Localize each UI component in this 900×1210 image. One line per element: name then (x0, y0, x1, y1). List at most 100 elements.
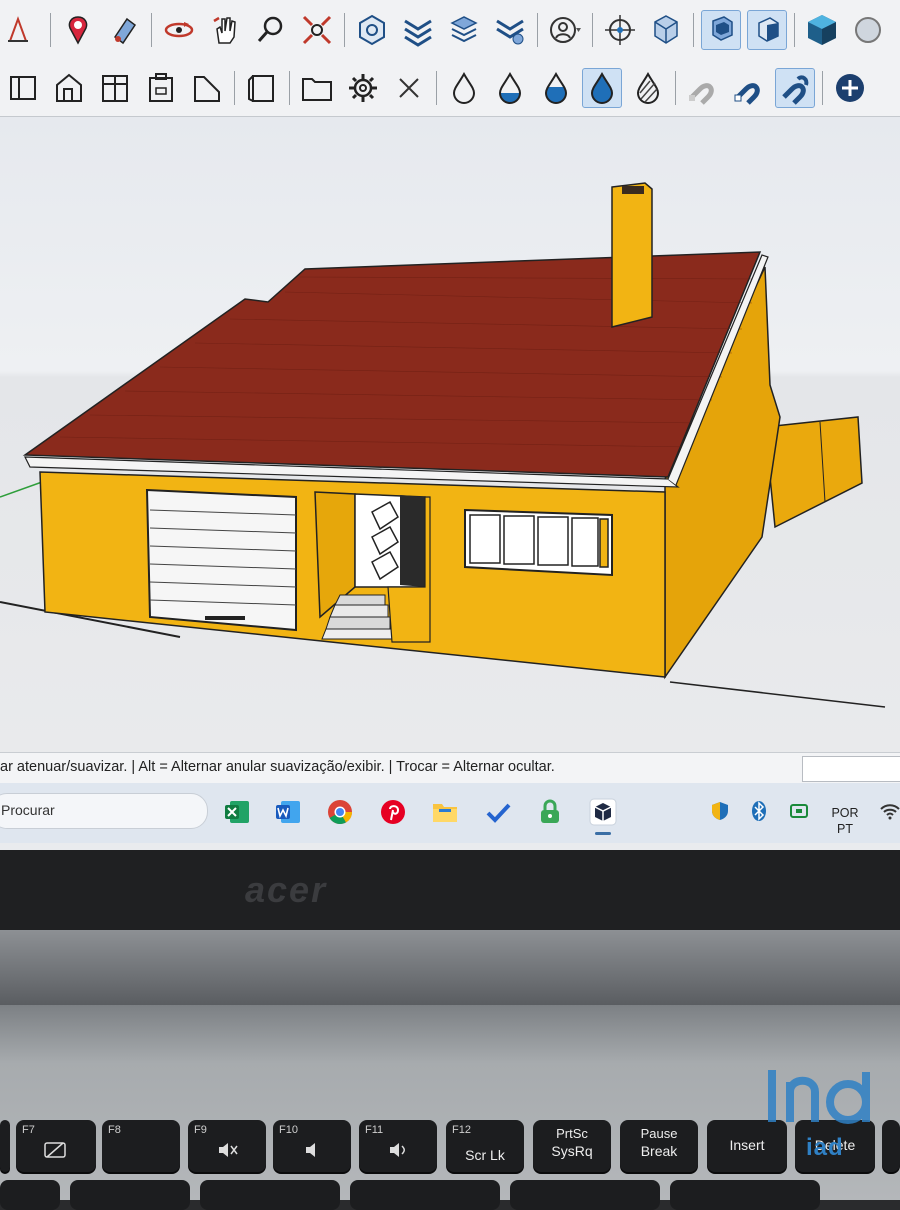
model-viewport[interactable] (0, 117, 900, 752)
toolbar-separator (151, 13, 152, 47)
agency-watermark: iad (760, 1062, 880, 1172)
section-icon[interactable] (3, 10, 43, 50)
chrome-icon[interactable] (325, 797, 355, 827)
key-f7[interactable]: F7 (16, 1120, 96, 1172)
language-indicator[interactable]: POR PT (828, 805, 862, 837)
close-icon[interactable] (389, 68, 429, 108)
keyboard-key (0, 1120, 10, 1172)
view-right-icon[interactable] (95, 68, 135, 108)
cube-icon[interactable] (802, 10, 842, 50)
screen-bezel (0, 850, 900, 940)
solid-tools-icon[interactable] (352, 10, 392, 50)
door-opening (400, 495, 425, 587)
drop-outline-icon[interactable] (444, 68, 484, 108)
model-info-icon[interactable] (646, 10, 686, 50)
toolbar-separator (344, 13, 345, 47)
keyboard-key (70, 1180, 190, 1210)
green-axis (0, 481, 43, 498)
styles-icon[interactable] (444, 10, 484, 50)
extension-icon[interactable] (747, 10, 787, 50)
key-pause[interactable]: Pause Break (620, 1120, 698, 1172)
drop-full-icon[interactable] (582, 68, 622, 108)
view-back-icon[interactable] (141, 68, 181, 108)
key-prtsc[interactable]: PrtSc SysRq (533, 1120, 611, 1172)
magnet-icon[interactable] (729, 68, 769, 108)
keyboard-key (200, 1180, 340, 1210)
key-fn-label: F10 (279, 1124, 298, 1136)
view-left-icon[interactable] (187, 68, 227, 108)
paint-icon[interactable] (104, 10, 144, 50)
toolbar-bottom (0, 60, 900, 117)
zoom-icon[interactable] (251, 10, 291, 50)
network-tray-icon[interactable] (785, 797, 813, 825)
components-icon[interactable] (490, 10, 530, 50)
toolbar-separator (436, 71, 437, 105)
toolbar-separator (537, 13, 538, 47)
sketchup-3d-icon[interactable] (848, 10, 888, 50)
folder-icon[interactable] (297, 68, 337, 108)
orbit-icon[interactable] (159, 10, 199, 50)
volume-up-icon (390, 1143, 405, 1157)
toolbar-separator (50, 13, 51, 47)
file-explorer-icon[interactable] (430, 797, 460, 827)
drop-mid-icon[interactable] (536, 68, 576, 108)
key-f9[interactable]: F9 (188, 1120, 266, 1172)
zoom-extents-icon[interactable] (297, 10, 337, 50)
annex-wall (764, 416, 863, 529)
view-iso-icon[interactable] (242, 68, 282, 108)
account-icon[interactable] (545, 10, 585, 50)
pinterest-icon[interactable] (378, 797, 408, 827)
location-icon[interactable] (58, 10, 98, 50)
toolbar-separator (592, 13, 593, 47)
key-fn-label: F12 (452, 1124, 471, 1136)
key-f11[interactable]: F11 (359, 1120, 437, 1172)
magnet-off-icon[interactable] (683, 68, 723, 108)
add-icon[interactable] (830, 68, 870, 108)
word-icon[interactable] (273, 797, 303, 827)
toolbar-separator (693, 13, 694, 47)
drop-half-icon[interactable] (490, 68, 530, 108)
laptop-brand-logo: acer (245, 869, 328, 910)
laptop-hinge (0, 930, 900, 1005)
sketchup-icon[interactable] (588, 797, 618, 835)
toolbar-separator (289, 71, 290, 105)
keyboard-key (510, 1180, 660, 1210)
keyboard-key (0, 1180, 60, 1210)
layers-icon[interactable] (398, 10, 438, 50)
excel-icon[interactable] (222, 797, 252, 827)
key-label: SysRq (551, 1143, 593, 1159)
watermark-logo (768, 1070, 871, 1124)
garage-handle (205, 616, 245, 620)
key-f10[interactable]: F10 (273, 1120, 351, 1172)
language-top: POR (831, 806, 859, 820)
magnet-active-icon[interactable] (775, 68, 815, 108)
keyboard-key (882, 1120, 900, 1172)
key-f12[interactable]: F12 Scr Lk (446, 1120, 524, 1172)
language-bottom: PT (837, 822, 853, 836)
key-label-top: Pause (640, 1126, 678, 1141)
key-label-top: PrtSc (556, 1126, 588, 1141)
keyboard-key (350, 1180, 500, 1210)
taskbar-search[interactable]: Procurar (0, 793, 208, 829)
key-fn-label: F11 (365, 1124, 384, 1136)
bluetooth-icon[interactable] (745, 797, 773, 825)
measurements-box[interactable] (802, 756, 900, 782)
toolbar-separator (234, 71, 235, 105)
key-label: Break (640, 1143, 678, 1159)
todo-icon[interactable] (483, 797, 513, 827)
drop-hatched-icon[interactable] (628, 68, 668, 108)
search-placeholder: Procurar (1, 802, 55, 818)
vpn-icon[interactable] (535, 797, 565, 827)
toolbar-separator (794, 13, 795, 47)
key-f8[interactable]: F8 (102, 1120, 180, 1172)
view-home-icon[interactable] (49, 68, 89, 108)
gear-icon[interactable] (343, 68, 383, 108)
chimney (611, 182, 653, 328)
view-front-icon[interactable] (3, 68, 43, 108)
pan-icon[interactable] (205, 10, 245, 50)
key-fn-label: F9 (194, 1124, 207, 1136)
defender-icon[interactable] (706, 797, 734, 825)
warehouse-icon[interactable] (701, 10, 741, 50)
wifi-icon[interactable] (876, 797, 900, 825)
target-icon[interactable] (600, 10, 640, 50)
